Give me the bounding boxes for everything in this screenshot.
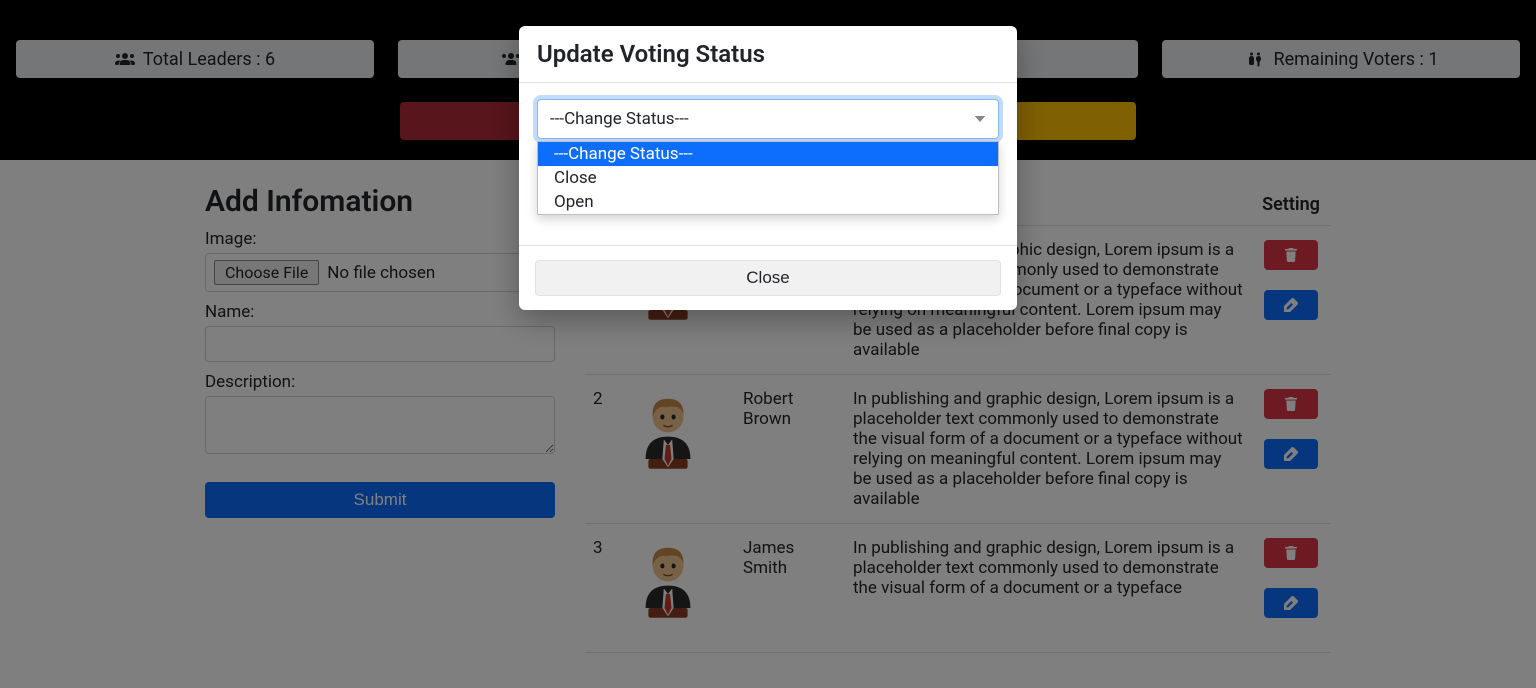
status-option-placeholder[interactable]: ---Change Status--- bbox=[538, 142, 998, 166]
modal-body: ---Change Status--- ---Change Status--- … bbox=[519, 83, 1017, 246]
chevron-down-icon bbox=[974, 113, 986, 125]
modal-title: Update Voting Status bbox=[537, 40, 999, 68]
modal-header: Update Voting Status bbox=[519, 26, 1017, 83]
modal-footer: Close bbox=[519, 246, 1017, 310]
modal-close-button[interactable]: Close bbox=[535, 260, 1001, 296]
status-option-open[interactable]: Open bbox=[538, 190, 998, 214]
status-dropdown: ---Change Status--- Close Open bbox=[537, 141, 999, 215]
status-select[interactable]: ---Change Status--- bbox=[537, 99, 999, 139]
status-option-close[interactable]: Close bbox=[538, 166, 998, 190]
status-select-value: ---Change Status--- bbox=[550, 109, 689, 129]
update-voting-status-modal: Update Voting Status ---Change Status---… bbox=[519, 26, 1017, 310]
